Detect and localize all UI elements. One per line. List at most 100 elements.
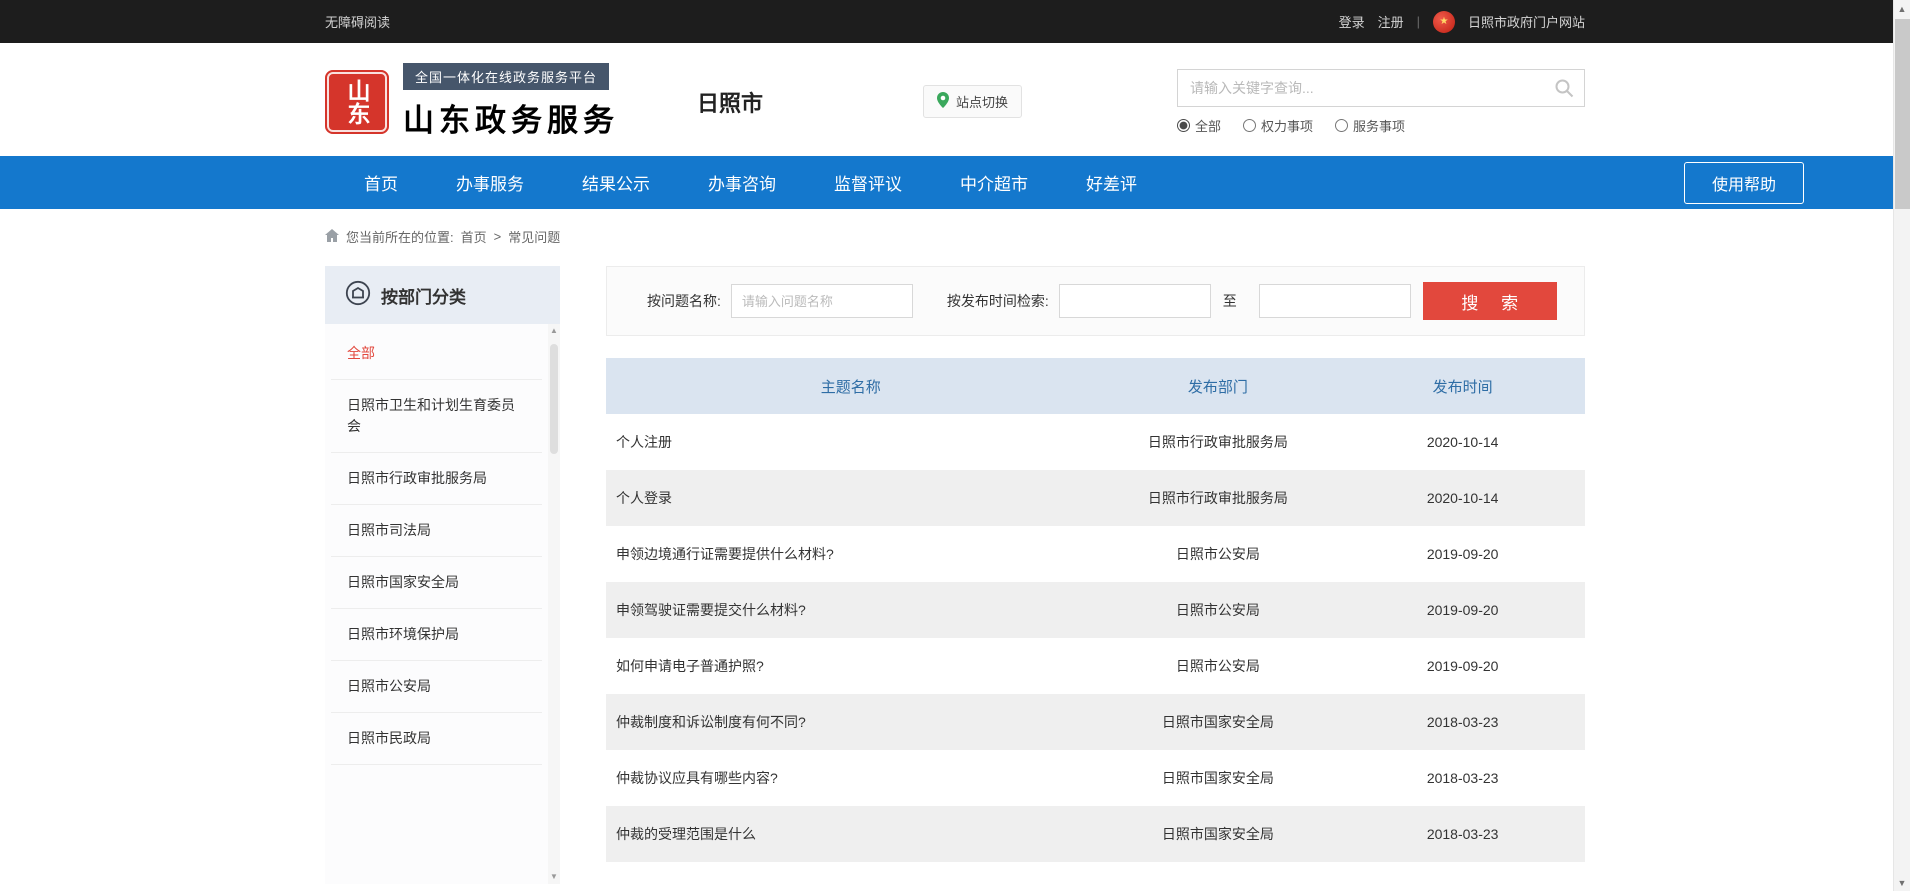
table-row[interactable]: 仲裁的受理范围是什么 日照市国家安全局 2018-03-23 xyxy=(606,806,1585,862)
keyword-search-input[interactable] xyxy=(1177,69,1585,107)
department-cell: 日照市行政审批服务局 xyxy=(1096,414,1341,470)
breadcrumb-separator: > xyxy=(494,229,502,244)
breadcrumb-home-link[interactable]: 首页 xyxy=(461,227,487,246)
scope-all: 全部 xyxy=(1177,116,1221,135)
table-row[interactable]: 申领驾驶证需要提交什么材料? 日照市公安局 2019-09-20 xyxy=(606,582,1585,638)
topbar-divider: | xyxy=(1417,14,1420,29)
table-row[interactable]: 申领边境通行证需要提供什么材料? 日照市公安局 2019-09-20 xyxy=(606,526,1585,582)
page-scroll-down-icon[interactable]: ▼ xyxy=(1894,874,1910,891)
scope-service-radio[interactable] xyxy=(1335,119,1348,132)
question-cell: 仲裁制度和诉讼制度有何不同? xyxy=(606,694,1096,750)
search-button[interactable]: 搜 索 xyxy=(1423,282,1557,320)
site-header: 山东 全国一体化在线政务服务平台 山东政务服务 日照市 站点切换 全部 xyxy=(0,43,1910,156)
question-cell: 申领边境通行证需要提供什么材料? xyxy=(606,526,1096,582)
sidebar-item-admin-approval[interactable]: 日照市行政审批服务局 xyxy=(331,453,542,505)
department-sidebar: 按部门分类 全部 日照市卫生和计划生育委员会 日照市行政审批服务局 日照市司法局… xyxy=(325,266,560,884)
scope-all-label: 全部 xyxy=(1195,116,1221,135)
category-icon xyxy=(345,280,371,311)
sidebar-item-all[interactable]: 全部 xyxy=(331,328,542,380)
national-emblem-icon: ★ xyxy=(1433,11,1455,33)
city-name: 日照市 xyxy=(697,86,763,118)
accessibility-link[interactable]: 无障碍阅读 xyxy=(325,12,390,31)
date-cell: 2018-03-23 xyxy=(1340,806,1585,862)
scope-all-radio[interactable] xyxy=(1177,119,1190,132)
table-row[interactable]: 个人登录 日照市行政审批服务局 2020-10-14 xyxy=(606,470,1585,526)
help-button[interactable]: 使用帮助 xyxy=(1684,162,1804,204)
date-cell: 2020-10-14 xyxy=(1340,414,1585,470)
scope-power-label: 权力事项 xyxy=(1261,116,1313,135)
scope-power: 权力事项 xyxy=(1243,116,1313,135)
date-to-label: 至 xyxy=(1223,291,1237,311)
sidebar-item-environment[interactable]: 日照市环境保护局 xyxy=(331,609,542,661)
department-cell: 日照市公安局 xyxy=(1096,638,1341,694)
header-topic: 主题名称 xyxy=(606,358,1096,414)
department-cell: 日照市公安局 xyxy=(1096,582,1341,638)
department-cell: 日照市行政审批服务局 xyxy=(1096,470,1341,526)
department-cell: 日照市国家安全局 xyxy=(1096,806,1341,862)
nav-item-consult[interactable]: 办事咨询 xyxy=(708,170,776,195)
date-cell: 2019-09-20 xyxy=(1340,526,1585,582)
sidebar-scroll-up-icon[interactable]: ▲ xyxy=(550,327,558,335)
sidebar-scrollbar[interactable]: ▲ ▼ xyxy=(548,324,560,884)
question-cell: 个人注册 xyxy=(606,414,1096,470)
scope-service: 服务事项 xyxy=(1335,116,1405,135)
brand-title: 山东政务服务 xyxy=(403,95,619,140)
sidebar-title: 按部门分类 xyxy=(381,283,466,308)
portal-link[interactable]: 日照市政府门户网站 xyxy=(1468,12,1585,31)
login-link[interactable]: 登录 xyxy=(1339,12,1365,31)
breadcrumb: 您当前所在的位置: 首页 > 常见问题 xyxy=(325,227,1585,246)
question-cell: 个人登录 xyxy=(606,470,1096,526)
table-row[interactable]: 个人注册 日照市行政审批服务局 2020-10-14 xyxy=(606,414,1585,470)
nav-item-intermediary[interactable]: 中介超市 xyxy=(960,170,1028,195)
date-cell: 2019-09-20 xyxy=(1340,638,1585,694)
nav-item-rating[interactable]: 好差评 xyxy=(1086,170,1137,195)
sidebar-scroll-down-icon[interactable]: ▼ xyxy=(550,873,558,881)
question-cell: 仲裁协议应具有哪些内容? xyxy=(606,750,1096,806)
publish-date-label: 按发布时间检索: xyxy=(947,291,1049,311)
page-scrollbar[interactable]: ▲ ▼ xyxy=(1893,0,1910,891)
table-header-row: 主题名称 发布部门 发布时间 xyxy=(606,358,1585,414)
sidebar-item-public-security[interactable]: 日照市公安局 xyxy=(331,661,542,713)
date-cell: 2019-09-20 xyxy=(1340,582,1585,638)
nav-item-supervision[interactable]: 监督评议 xyxy=(834,170,902,195)
table-row[interactable]: 仲裁制度和诉讼制度有何不同? 日照市国家安全局 2018-03-23 xyxy=(606,694,1585,750)
date-to-input[interactable] xyxy=(1259,284,1411,318)
scope-service-label: 服务事项 xyxy=(1353,116,1405,135)
site-switch-label: 站点切换 xyxy=(956,92,1008,111)
scope-power-radio[interactable] xyxy=(1243,119,1256,132)
breadcrumb-current: 常见问题 xyxy=(508,227,560,246)
location-pin-icon xyxy=(937,92,949,111)
search-scope-group: 全部 权力事项 服务事项 xyxy=(1177,116,1585,135)
table-row[interactable]: 仲裁协议应具有哪些内容? 日照市国家安全局 2018-03-23 xyxy=(606,750,1585,806)
filter-bar: 按问题名称: 按发布时间检索: 至 搜 索 xyxy=(606,266,1585,336)
sidebar-item-health-commission[interactable]: 日照市卫生和计划生育委员会 xyxy=(331,380,542,453)
sidebar-item-civil-affairs[interactable]: 日照市民政局 xyxy=(331,713,542,765)
question-name-input[interactable] xyxy=(731,284,913,318)
question-name-label: 按问题名称: xyxy=(647,291,721,311)
question-cell: 申领驾驶证需要提交什么材料? xyxy=(606,582,1096,638)
page-scroll-up-icon[interactable]: ▲ xyxy=(1894,0,1910,17)
site-switch-button[interactable]: 站点切换 xyxy=(923,85,1022,118)
nav-item-services[interactable]: 办事服务 xyxy=(456,170,524,195)
faq-table: 主题名称 发布部门 发布时间 个人注册 日照市行政审批服务局 2020-10-1… xyxy=(606,358,1585,862)
topbar: 无障碍阅读 登录 注册 | ★ 日照市政府门户网站 xyxy=(0,0,1910,43)
department-cell: 日照市国家安全局 xyxy=(1096,694,1341,750)
question-cell: 如何申请电子普通护照? xyxy=(606,638,1096,694)
sidebar-item-state-security[interactable]: 日照市国家安全局 xyxy=(331,557,542,609)
breadcrumb-prefix: 您当前所在的位置: xyxy=(346,227,454,246)
date-cell: 2018-03-23 xyxy=(1340,750,1585,806)
table-row[interactable]: 如何申请电子普通护照? 日照市公安局 2019-09-20 xyxy=(606,638,1585,694)
register-link[interactable]: 注册 xyxy=(1378,12,1404,31)
date-from-input[interactable] xyxy=(1059,284,1211,318)
search-icon[interactable] xyxy=(1553,77,1575,104)
nav-item-results[interactable]: 结果公示 xyxy=(582,170,650,195)
sidebar-item-justice[interactable]: 日照市司法局 xyxy=(331,505,542,557)
date-cell: 2018-03-23 xyxy=(1340,694,1585,750)
nav-item-home[interactable]: 首页 xyxy=(364,170,398,195)
department-cell: 日照市国家安全局 xyxy=(1096,750,1341,806)
platform-badge: 全国一体化在线政务服务平台 xyxy=(403,63,609,90)
sidebar-header: 按部门分类 xyxy=(325,266,560,324)
date-cell: 2020-10-14 xyxy=(1340,470,1585,526)
sidebar-scroll-thumb[interactable] xyxy=(550,344,558,454)
page-scroll-thumb[interactable] xyxy=(1895,19,1910,209)
